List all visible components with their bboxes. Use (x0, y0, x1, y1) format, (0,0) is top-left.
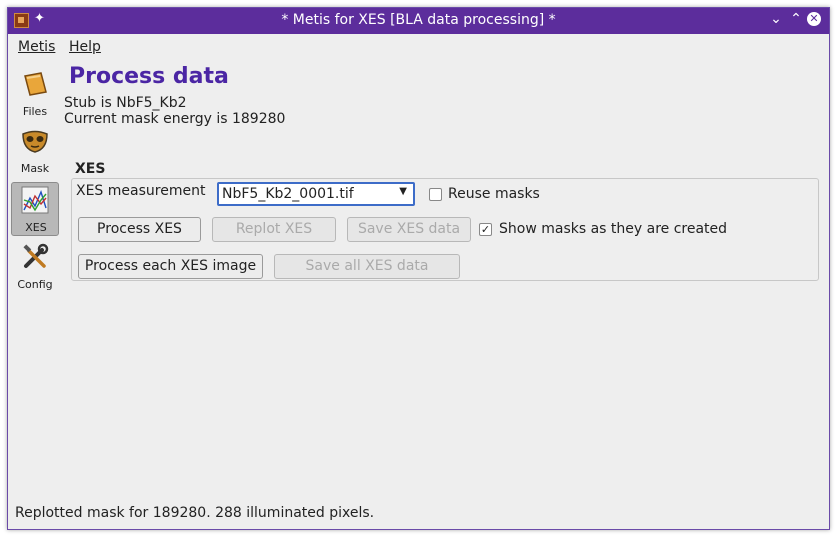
save-all-xes-data-button[interactable]: Save all XES data (274, 254, 460, 279)
sidebar-item-label: Files (22, 105, 48, 118)
title-bar[interactable]: ✦ * Metis for XES [BLA data processing] … (8, 8, 829, 34)
status-bar-text: Replotted mask for 189280. 288 illuminat… (15, 505, 375, 521)
window-title: * Metis for XES [BLA data processing] * (281, 12, 556, 28)
menu-help[interactable]: Help (69, 39, 101, 55)
menu-metis[interactable]: Metis (18, 39, 55, 55)
minimize-button[interactable]: ⌄ (768, 11, 784, 27)
close-button[interactable]: ✕ (807, 12, 821, 26)
chart-icon (21, 186, 49, 214)
xes-measurement-select[interactable]: NbF5_Kb2_0001.tif ▼ (217, 182, 415, 206)
xes-measurement-value: NbF5_Kb2_0001.tif (222, 186, 354, 202)
sidebar-item-label: Config (17, 278, 53, 291)
page-title: Process data (69, 64, 229, 89)
sidebar-item-label: XES (25, 221, 47, 234)
process-each-xes-image-button[interactable]: Process each XES image (78, 254, 263, 279)
maximize-button[interactable]: ⌃ (788, 11, 804, 27)
reuse-masks-label: Reuse masks (448, 186, 540, 202)
show-masks-label: Show masks as they are created (499, 221, 728, 237)
xes-group-title: XES (75, 161, 106, 177)
sidebar-item-mask[interactable]: Mask (11, 123, 59, 177)
checkmark-icon: ✓ (480, 223, 491, 236)
sidebar-item-xes[interactable]: XES (11, 182, 59, 236)
sidebar-item-config[interactable]: Config (11, 239, 59, 293)
xes-measurement-label: XES measurement (76, 183, 206, 199)
sidebar-item-files[interactable]: Files (11, 66, 59, 120)
menu-bar: Metis Help (8, 35, 829, 59)
stub-text: Stub is NbF5_Kb2 (64, 95, 187, 111)
tools-icon (23, 243, 49, 268)
mask-energy-text: Current mask energy is 189280 (64, 111, 286, 127)
replot-xes-button[interactable]: Replot XES (212, 217, 336, 242)
process-xes-button[interactable]: Process XES (78, 217, 201, 242)
mask-icon (22, 130, 48, 153)
chevron-down-icon: ▼ (399, 186, 407, 197)
sidebar-item-label: Mask (20, 162, 50, 175)
app-window: ✦ * Metis for XES [BLA data processing] … (7, 7, 830, 530)
reuse-masks-checkbox[interactable] (429, 188, 442, 201)
folder-icon (24, 72, 47, 96)
show-masks-checkbox[interactable]: ✓ (479, 223, 492, 236)
save-xes-data-button[interactable]: Save XES data (347, 217, 471, 242)
